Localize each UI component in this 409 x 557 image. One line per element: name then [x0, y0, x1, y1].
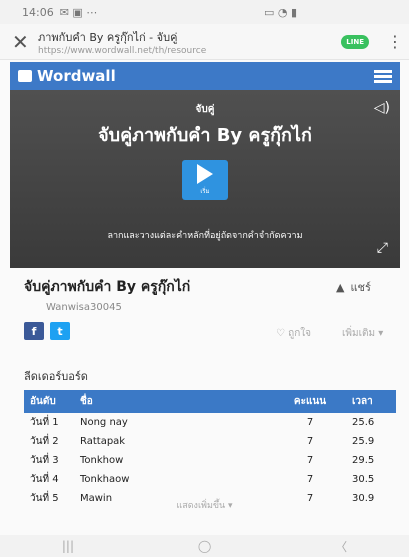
status-time: 14:06 [22, 5, 54, 19]
row-name: Tonkhaow [80, 474, 130, 485]
row-name: Rattapak [80, 436, 126, 447]
twitter-icon[interactable]: t [50, 322, 70, 340]
share-label: แชร์ [350, 281, 371, 294]
column-header-score: คะแนน [274, 390, 346, 413]
home-icon[interactable]: ◯ [198, 539, 211, 553]
status-bar: 14:06 ✉ ▣ ⋯ ▭ ◔ ▮ [0, 0, 409, 24]
table-row: วันที่ 3 Tonkhow 7 29.5 [24, 451, 396, 470]
browser-url-bar: ✕ ภาพกับคำ By ครูกุ๊กไก่ - จับคู่ https:… [0, 24, 409, 60]
wordwall-header: Wordwall [10, 62, 400, 90]
table-row: วันที่ 1 Nong nay 7 25.6 [24, 413, 396, 432]
like-button[interactable]: ♡ ถูกใจ [276, 326, 311, 341]
row-rank: วันที่ 3 [30, 455, 59, 466]
row-rank: วันที่ 4 [30, 474, 59, 485]
leaderboard-header-row: อันดับ ชื่อ คะแนน เวลา [24, 390, 396, 413]
wordwall-logo-icon [18, 70, 32, 82]
more-label: เพิ่มเติม [342, 328, 376, 339]
row-score: 7 [306, 474, 314, 485]
hamburger-menu-icon[interactable] [374, 68, 392, 85]
browser-page-title: ภาพกับคำ By ครูกุ๊กไก่ - จับคู่ [38, 30, 178, 44]
row-rank: วันที่ 2 [30, 436, 59, 447]
line-share-icon[interactable]: LINE [341, 34, 369, 49]
fullscreen-icon[interactable]: ⤢ [377, 240, 388, 256]
table-row: วันที่ 2 Rattapak 7 25.9 [24, 432, 396, 451]
resource-title: จับคู่ภาพกับคำ By ครูกุ๊กไก่ [24, 279, 191, 295]
notification-icons: ✉ ▣ ⋯ [59, 5, 98, 19]
play-button[interactable]: เริ่ม [182, 160, 228, 200]
recents-icon[interactable]: ||| [62, 539, 74, 553]
social-buttons: f t [24, 322, 70, 340]
close-icon[interactable]: ✕ [12, 30, 38, 54]
browser-menu-icon[interactable]: ⋮ [387, 32, 403, 51]
row-time: 29.5 [352, 455, 375, 466]
browser-title-area[interactable]: ภาพกับคำ By ครูกุ๊กไก่ - จับคู่ https://… [38, 28, 341, 56]
column-header-time: เวลา [346, 390, 396, 413]
leaderboard-table: อันดับ ชื่อ คะแนน เวลา วันที่ 1 Nong nay… [24, 390, 396, 508]
column-header-name: ชื่อ [74, 390, 274, 413]
play-icon [197, 164, 213, 184]
activity-instruction: ลากและวางแต่ละคำหลักที่อยู่ถัดจากคำจำกัด… [107, 231, 303, 241]
share-button[interactable]: ▲ แชร์ [336, 278, 371, 296]
wordwall-brand: Wordwall [37, 67, 116, 85]
signal-icons: ▭ ◔ ▮ [263, 5, 297, 19]
activity-type: จับคู่ [195, 104, 215, 115]
show-more-button[interactable]: แสดงเพิ่มขึ้น ▾ [0, 498, 409, 512]
activity-title: จับคู่ภาพกับคำ By ครูกุ๊กไก่ [98, 125, 312, 146]
row-score: 7 [306, 436, 314, 447]
wordwall-logo[interactable]: Wordwall [18, 67, 116, 85]
table-row: วันที่ 4 Tonkhaow 7 30.5 [24, 470, 396, 489]
row-time: 30.5 [352, 474, 375, 485]
share-icon: ▲ [336, 280, 345, 294]
more-button[interactable]: เพิ่มเติม ▾ [342, 326, 383, 341]
play-label: เริ่ม [200, 188, 210, 195]
row-time: 25.6 [352, 417, 375, 428]
activity-player: จับคู่ จับคู่ภาพกับคำ By ครูกุ๊กไก่ ◁) เ… [10, 90, 400, 268]
row-score: 7 [306, 455, 314, 466]
column-header-rank: อันดับ [24, 390, 74, 413]
back-icon[interactable]: 〈 [335, 538, 347, 555]
android-nav-bar: ||| ◯ 〈 [0, 535, 409, 557]
row-name: Tonkhow [80, 455, 124, 466]
leaderboard-title: ลีดเดอร์บอร์ด [24, 370, 88, 383]
sound-icon[interactable]: ◁) [374, 100, 390, 116]
row-time: 25.9 [352, 436, 375, 447]
like-label: ถูกใจ [288, 328, 312, 339]
row-score: 7 [306, 417, 314, 428]
author-name[interactable]: Wanwisa30045 [46, 302, 122, 313]
row-name: Nong nay [80, 417, 128, 428]
row-rank: วันที่ 1 [30, 417, 59, 428]
browser-url: https://www.wordwall.net/th/resource [38, 45, 207, 56]
facebook-icon[interactable]: f [24, 322, 44, 340]
